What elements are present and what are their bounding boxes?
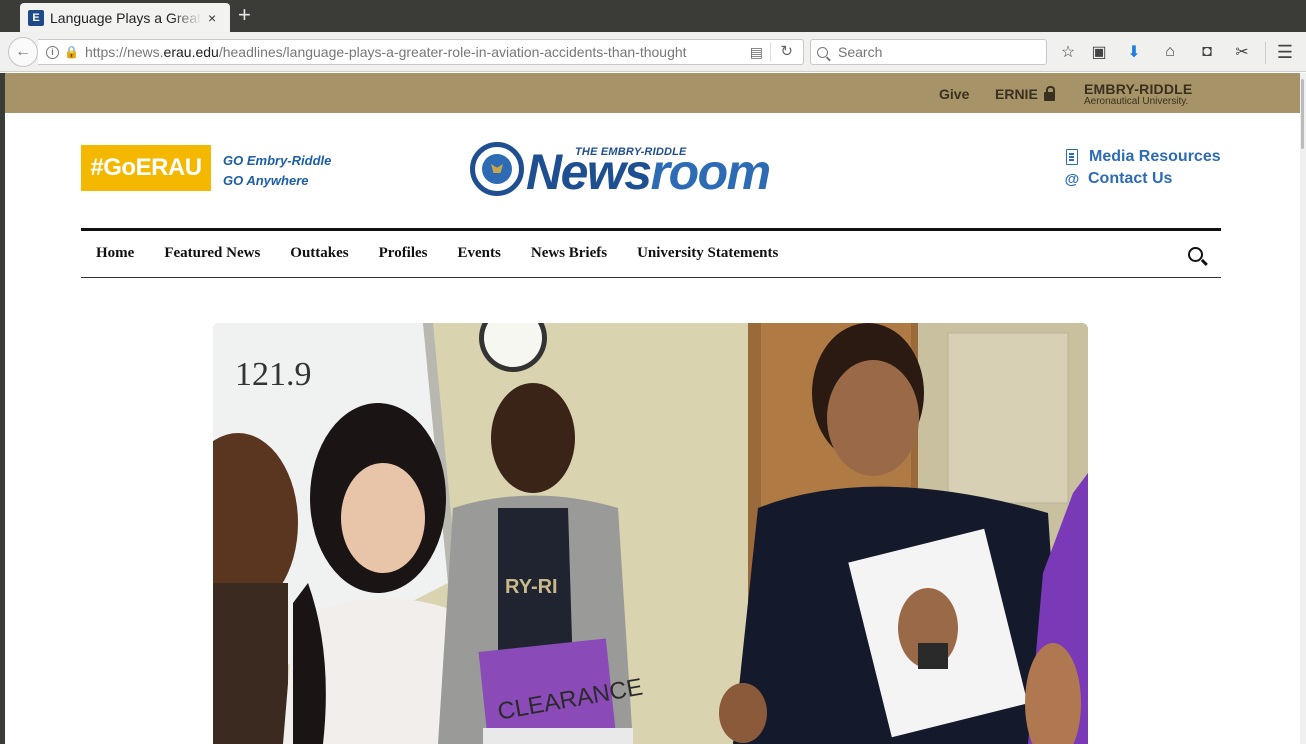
- site-info-icon[interactable]: i: [46, 45, 59, 59]
- goerau-badge[interactable]: #GoERAU: [81, 145, 211, 191]
- back-button[interactable]: ←: [8, 37, 38, 67]
- browser-tab[interactable]: E Language Plays a Greater Role in Aviat…: [20, 3, 230, 32]
- tab-strip: E Language Plays a Greater Role in Aviat…: [0, 0, 1306, 32]
- browser-search-box[interactable]: [810, 39, 1047, 65]
- url-text[interactable]: https://news.erau.edu/headlines/language…: [85, 44, 725, 60]
- reload-icon[interactable]: ↻: [780, 42, 793, 60]
- main-navigation: Home Featured News Outtakes Profiles Eve…: [81, 228, 1221, 278]
- menu-icon[interactable]: ☰: [1274, 41, 1296, 63]
- nav-news-briefs[interactable]: News Briefs: [531, 245, 607, 262]
- scrollbar-thumb[interactable]: [1301, 79, 1304, 149]
- shirt-text: RY-RI: [505, 576, 558, 598]
- reader-view-icon[interactable]: ▤: [750, 44, 763, 61]
- new-tab-button[interactable]: +: [238, 4, 251, 26]
- whiteboard-text: 121.9: [235, 356, 312, 393]
- lock-icon: [1043, 85, 1055, 101]
- header-links: Media Resources @ Contact Us: [1064, 146, 1221, 190]
- hero-photo: CLEARANCE RY-RI 121.9: [213, 323, 1088, 744]
- nav-home[interactable]: Home: [96, 245, 134, 262]
- give-link[interactable]: Give: [939, 86, 969, 102]
- erau-logo[interactable]: EMBRY-RIDDLE Aeronautical University.: [1084, 82, 1192, 107]
- document-icon: [1066, 149, 1078, 165]
- ernie-link[interactable]: ERNIE: [995, 85, 1055, 102]
- star-icon[interactable]: ☆: [1057, 41, 1079, 63]
- nav-events[interactable]: Events: [458, 245, 501, 262]
- nav-university-statements[interactable]: University Statements: [637, 245, 778, 262]
- contact-us-link[interactable]: @ Contact Us: [1064, 168, 1221, 190]
- search-icon: [817, 46, 828, 58]
- home-icon[interactable]: ⌂: [1159, 41, 1181, 63]
- screenshot-icon[interactable]: ✂: [1231, 41, 1253, 63]
- eagle-emblem-icon: [470, 142, 524, 196]
- window-edge: [0, 73, 5, 744]
- browser-toolbar: ← i 🔒 https://news.erau.edu/headlines/la…: [0, 32, 1306, 72]
- utility-bar: Give ERNIE EMBRY-RIDDLE Aeronautical Uni…: [5, 73, 1300, 113]
- at-sign-icon: @: [1064, 170, 1080, 188]
- browser-search-input[interactable]: [838, 44, 1038, 60]
- logo-wordmark: Newsroom: [526, 144, 771, 200]
- library-icon[interactable]: ▣: [1088, 41, 1110, 63]
- site-favicon-icon: E: [28, 9, 44, 26]
- address-bar[interactable]: i 🔒 https://news.erau.edu/headlines/lang…: [38, 39, 804, 65]
- nav-featured-news[interactable]: Featured News: [164, 245, 260, 262]
- newsroom-logo[interactable]: THE EMBRY-RIDDLE Newsroom: [470, 140, 835, 200]
- toolbar-divider: [1265, 42, 1266, 64]
- tab-title: Language Plays a Greater Role in Aviatio…: [50, 9, 202, 26]
- page-scrollbar[interactable]: [1300, 73, 1306, 744]
- go-anywhere-tagline[interactable]: GO Embry-Riddle GO Anywhere: [223, 151, 331, 191]
- back-arrow-icon: ←: [15, 43, 31, 60]
- site-search-icon[interactable]: [1188, 247, 1203, 262]
- close-tab-icon[interactable]: ×: [208, 10, 216, 26]
- media-resources-link[interactable]: Media Resources: [1064, 146, 1221, 168]
- pocket-icon[interactable]: ◘: [1196, 41, 1218, 63]
- nav-outtakes[interactable]: Outtakes: [290, 245, 348, 262]
- secure-lock-icon: 🔒: [64, 45, 79, 59]
- nav-profiles[interactable]: Profiles: [379, 245, 428, 262]
- urlbar-divider: [770, 43, 771, 61]
- download-icon[interactable]: ⬇: [1123, 41, 1145, 63]
